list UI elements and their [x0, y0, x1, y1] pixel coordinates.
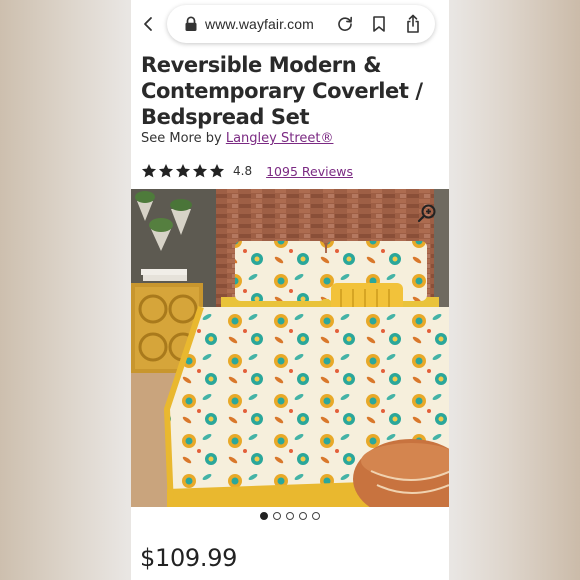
zoom-in-icon[interactable] [417, 203, 437, 223]
chevron-left-icon [144, 17, 152, 31]
reviews-link[interactable]: 1095 Reviews [266, 164, 353, 179]
star-icon [141, 164, 157, 178]
star-icon [209, 164, 225, 178]
carousel-dot[interactable] [299, 512, 307, 520]
star-icon [192, 164, 208, 178]
bedroom-photo [131, 189, 449, 507]
star-icon [175, 164, 191, 178]
phone-screen: www.wayfair.com Reversible Modern & Cont… [131, 0, 449, 580]
reload-button[interactable] [335, 14, 355, 34]
url-text: www.wayfair.com [205, 16, 314, 32]
lock-icon [185, 16, 197, 31]
product-price: $109.99 [140, 544, 238, 572]
reload-icon [338, 16, 352, 31]
rating-value: 4.8 [233, 164, 253, 178]
carousel-dot[interactable] [260, 512, 268, 520]
star-icon [158, 164, 174, 178]
address-bar[interactable]: www.wayfair.com [167, 5, 435, 43]
back-button[interactable] [137, 12, 159, 36]
product-image[interactable] [131, 189, 449, 507]
rating-row: 4.8 1095 Reviews [141, 161, 353, 181]
share-button[interactable] [403, 14, 423, 34]
see-more-line: See More by Langley Street® [141, 131, 333, 146]
bookmark-icon [373, 16, 385, 32]
brand-link[interactable]: Langley Street® [226, 131, 334, 146]
see-more-prefix: See More by [141, 131, 222, 146]
carousel-dot[interactable] [312, 512, 320, 520]
product-title: Reversible Modern & Contemporary Coverle… [141, 53, 423, 129]
star-rating [141, 163, 225, 179]
bookmark-button[interactable] [369, 14, 389, 34]
carousel-dot[interactable] [286, 512, 294, 520]
carousel-dots [131, 512, 449, 520]
share-icon [407, 14, 419, 33]
browser-toolbar: www.wayfair.com [131, 0, 449, 50]
carousel-dot[interactable] [273, 512, 281, 520]
